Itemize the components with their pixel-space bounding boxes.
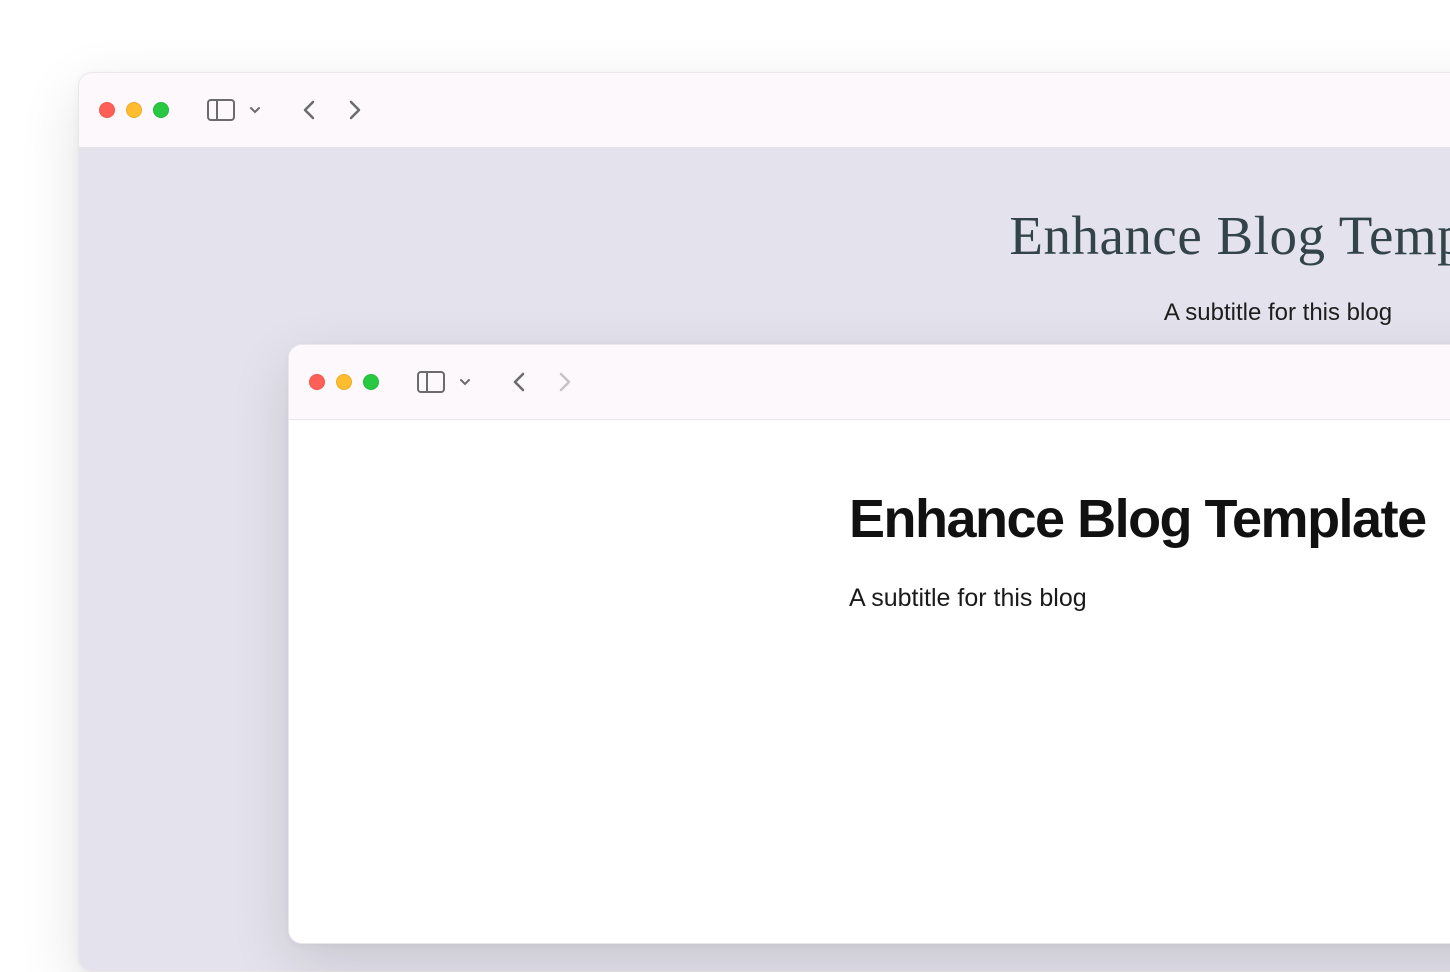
chevron-left-icon <box>511 370 527 394</box>
chevron-left-icon <box>301 98 317 122</box>
window-close-button[interactable] <box>309 374 325 390</box>
sidebar-toggle-button[interactable] <box>201 93 241 127</box>
sidebar-button-group <box>411 365 477 399</box>
blog-title: Enhance Blog Template <box>79 204 1450 267</box>
chevron-right-icon <box>557 370 573 394</box>
chevron-down-icon <box>459 378 471 386</box>
chevron-right-icon <box>347 98 363 122</box>
window-minimize-button[interactable] <box>336 374 352 390</box>
window-zoom-button[interactable] <box>363 374 379 390</box>
toolbar: localhost <box>79 73 1450 148</box>
back-button[interactable] <box>295 92 323 128</box>
blog-subtitle: A subtitle for this blog <box>849 584 1450 613</box>
traffic-lights <box>309 374 379 390</box>
forward-button[interactable] <box>551 364 579 400</box>
nav-buttons <box>295 92 369 128</box>
nav-buttons <box>505 364 579 400</box>
browser-window-front: localhost Enhance Blog Template A subtit… <box>288 344 1450 944</box>
sidebar-icon <box>207 99 235 121</box>
back-button[interactable] <box>505 364 533 400</box>
page-content: Enhance Blog Template A subtitle for thi… <box>289 420 1450 943</box>
sidebar-toggle-button[interactable] <box>411 365 451 399</box>
sidebar-dropdown-button[interactable] <box>453 372 477 392</box>
toolbar: localhost <box>289 345 1450 420</box>
chevron-down-icon <box>249 106 261 114</box>
sidebar-icon <box>417 371 445 393</box>
window-zoom-button[interactable] <box>153 102 169 118</box>
sidebar-dropdown-button[interactable] <box>243 100 267 120</box>
window-close-button[interactable] <box>99 102 115 118</box>
forward-button[interactable] <box>341 92 369 128</box>
blog-title: Enhance Blog Template <box>849 488 1450 550</box>
traffic-lights <box>99 102 169 118</box>
blog-subtitle: A subtitle for this blog <box>79 299 1450 327</box>
sidebar-button-group <box>201 93 267 127</box>
window-minimize-button[interactable] <box>126 102 142 118</box>
